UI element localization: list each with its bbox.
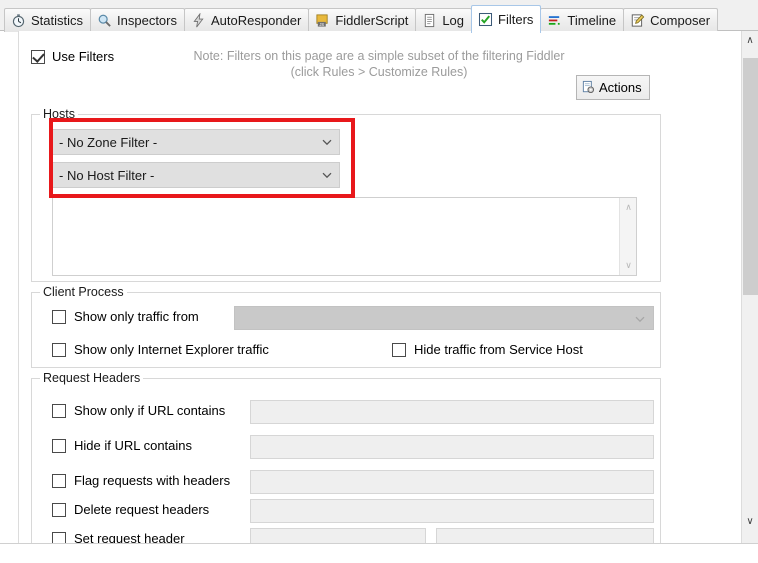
scrollbar-thumb[interactable] — [743, 58, 758, 295]
flag-requests-with-headers-row[interactable]: Flag requests with headers — [52, 473, 230, 488]
show-only-traffic-from-checkbox[interactable] — [52, 309, 66, 324]
flag-requests-with-headers-checkbox[interactable] — [52, 473, 66, 488]
hosts-group: Hosts - No Zone Filter - - No Host Filte… — [31, 107, 661, 282]
svg-text:JS: JS — [320, 22, 325, 27]
host-list-scrollbar[interactable]: ∧ ∨ — [619, 198, 636, 275]
hide-if-url-contains-checkbox[interactable] — [52, 438, 66, 453]
host-filter-dropdown[interactable]: - No Host Filter - — [52, 162, 340, 188]
set-request-header-checkbox[interactable] — [52, 531, 66, 543]
scroll-down-icon[interactable]: ∨ — [620, 257, 637, 274]
panel-vertical-scrollbar[interactable]: ∧ ∨ — [741, 31, 758, 543]
hide-if-url-contains-row[interactable]: Hide if URL contains — [52, 438, 192, 453]
tab-inspectors[interactable]: Inspectors — [90, 8, 185, 32]
tab-label: Filters — [498, 12, 534, 27]
hide-if-url-contains-label: Hide if URL contains — [74, 438, 193, 453]
show-only-ie-label: Show only Internet Explorer traffic — [74, 342, 269, 357]
client-process-group-title: Client Process — [40, 285, 127, 299]
scroll-down-icon[interactable]: ∨ — [742, 512, 758, 530]
magnifier-icon — [97, 13, 112, 28]
show-only-ie-row[interactable]: Show only Internet Explorer traffic — [52, 342, 269, 357]
use-filters-checkbox[interactable] — [31, 49, 45, 64]
document-icon — [422, 13, 437, 28]
host-list-textarea[interactable]: ∧ ∨ — [52, 197, 637, 276]
hide-service-host-row[interactable]: Hide traffic from Service Host — [392, 342, 583, 357]
filters-note-line1: Note: Filters on this page are a simple … — [193, 49, 565, 63]
delete-request-headers-checkbox[interactable] — [52, 502, 66, 517]
scroll-up-icon[interactable]: ∧ — [620, 199, 637, 216]
delete-request-headers-input[interactable] — [250, 499, 654, 523]
hide-if-url-contains-input[interactable] — [250, 435, 654, 459]
tab-statistics[interactable]: Statistics — [4, 8, 92, 32]
tab-label: Composer — [650, 13, 711, 28]
tab-label: AutoResponder — [211, 13, 302, 28]
request-headers-group: Request Headers Show only if URL contain… — [31, 371, 661, 543]
hide-service-host-label: Hide traffic from Service Host — [414, 342, 583, 357]
delete-request-headers-label: Delete request headers — [74, 502, 210, 517]
show-only-if-url-contains-row[interactable]: Show only if URL contains — [52, 403, 225, 418]
chevron-down-icon — [635, 316, 645, 323]
js-script-icon: JS — [315, 13, 330, 28]
tab-label: FiddlerScript — [335, 13, 409, 28]
use-filters-row[interactable]: Use Filters — [31, 49, 114, 64]
filters-content: Use Filters Note: Filters on this page a… — [19, 31, 731, 543]
stopwatch-icon — [11, 13, 26, 28]
show-only-ie-checkbox[interactable] — [52, 342, 66, 357]
show-only-if-url-contains-label: Show only if URL contains — [74, 403, 226, 418]
actions-gear-document-icon — [581, 80, 596, 95]
tab-label: Inspectors — [117, 13, 177, 28]
tab-strip: Statistics Inspectors AutoResponder JS F… — [0, 0, 758, 33]
show-only-traffic-from-row[interactable]: Show only traffic from — [52, 309, 199, 324]
client-process-dropdown[interactable] — [234, 306, 654, 330]
use-filters-label: Use Filters — [52, 49, 115, 64]
set-request-header-value-input[interactable] — [436, 528, 654, 543]
actions-button[interactable]: Actions — [576, 75, 650, 100]
chevron-down-icon — [322, 172, 332, 179]
lightning-bolt-icon — [191, 13, 206, 28]
tab-autoresponder[interactable]: AutoResponder — [184, 8, 310, 32]
zone-filter-value: - No Zone Filter - — [59, 134, 158, 150]
tab-composer[interactable]: Composer — [623, 8, 719, 32]
show-only-if-url-contains-input[interactable] — [250, 400, 654, 424]
filters-note-line2: (click Rules > Customize Rules) — [290, 65, 468, 79]
hosts-group-title: Hosts — [40, 107, 78, 121]
tab-timeline[interactable]: Timeline — [540, 8, 625, 32]
scroll-up-icon[interactable]: ∧ — [742, 31, 758, 49]
delete-request-headers-row[interactable]: Delete request headers — [52, 502, 209, 517]
set-request-header-label: Set request header — [74, 531, 185, 543]
tab-label: Timeline — [567, 13, 617, 28]
hide-service-host-checkbox[interactable] — [392, 342, 406, 357]
client-process-group: Client Process Show only traffic from Sh… — [31, 285, 661, 368]
flag-requests-with-headers-label: Flag requests with headers — [74, 473, 231, 488]
request-headers-group-title: Request Headers — [40, 371, 144, 385]
filters-panel: Use Filters Note: Filters on this page a… — [18, 31, 758, 543]
tab-filters[interactable]: Filters — [471, 5, 542, 33]
green-check-icon — [478, 12, 493, 27]
actions-button-label: Actions — [599, 80, 642, 95]
zone-filter-dropdown[interactable]: - No Zone Filter - — [52, 129, 340, 155]
host-filter-value: - No Host Filter - — [59, 167, 155, 183]
bottom-strip — [0, 543, 758, 563]
set-request-header-row[interactable]: Set request header — [52, 531, 185, 543]
tab-label: Statistics — [31, 13, 84, 28]
tab-log[interactable]: Log — [415, 8, 473, 32]
show-only-traffic-from-label: Show only traffic from — [74, 309, 199, 324]
tab-fiddlerscript[interactable]: JS FiddlerScript — [308, 8, 417, 32]
chevron-down-icon — [322, 139, 332, 146]
filters-note: Note: Filters on this page are a simple … — [169, 48, 589, 80]
set-request-header-name-input[interactable] — [250, 528, 426, 543]
flag-requests-with-headers-input[interactable] — [250, 470, 654, 494]
show-only-if-url-contains-checkbox[interactable] — [52, 403, 66, 418]
tab-label: Log — [442, 13, 465, 28]
timeline-bars-icon — [547, 13, 562, 28]
pencil-pad-icon — [630, 13, 645, 28]
